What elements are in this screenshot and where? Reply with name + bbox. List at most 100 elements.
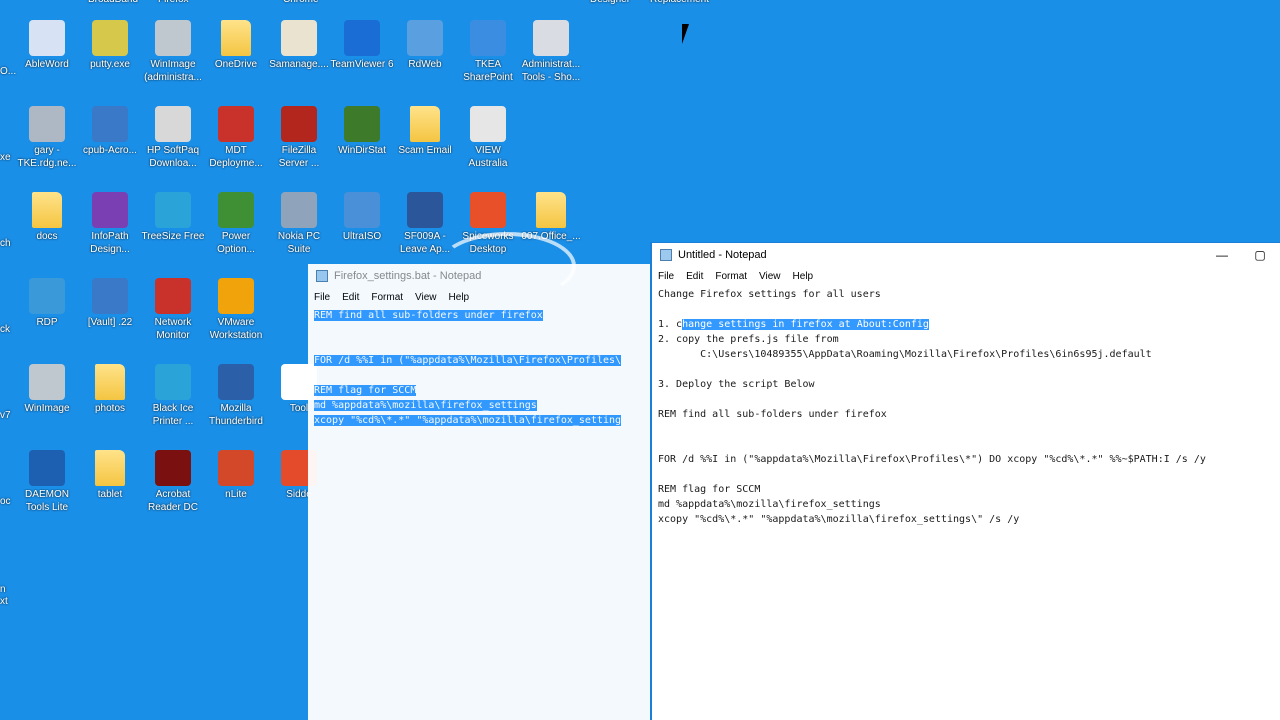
filezilla-icon [281, 106, 317, 142]
desktop-icon[interactable]: [Vault] .22 [78, 278, 142, 330]
desktop-icon[interactable]: Nokia PC Suite [267, 192, 331, 256]
text-line: C:\Users\10489355\AppData\Roaming\Mozill… [658, 349, 1152, 360]
desktop-icon[interactable]: UltraISO [330, 192, 394, 244]
desktop-icon[interactable]: tablet [78, 450, 142, 502]
globe-icon [29, 278, 65, 314]
minimize-button[interactable]: — [1202, 243, 1242, 267]
desktop-icon-label[interactable]: Designer [590, 0, 630, 5]
desktop-icon[interactable]: TKEA SharePoint [456, 20, 520, 84]
desktop-icon-label: DAEMON Tools Lite [25, 489, 69, 513]
desktop-icon[interactable]: Mozilla Thunderbird [204, 364, 268, 428]
desktop-icon[interactable]: Network Monitor [141, 278, 205, 342]
notepad-titlebar[interactable]: Firefox_settings.bat - Notepad [308, 264, 654, 288]
desktop-icon[interactable]: Scam Email [393, 106, 457, 158]
text-line: FOR /d %%I in ("%appdata%\Mozilla\Firefo… [658, 454, 1206, 465]
text-line: xcopy "%cd%\*.*" "%appdata%\mozilla\fire… [314, 413, 654, 428]
desktop-icon-label[interactable]: BroadBand [88, 0, 138, 5]
menu-item-format[interactable]: Format [371, 292, 403, 303]
desktop-icon[interactable]: WinImage (administra... [141, 20, 205, 84]
desktop-icon[interactable]: Administrat... Tools - Sho... [519, 20, 583, 84]
desktop-icon-label[interactable]: n [0, 584, 6, 595]
remote-app-icon [92, 278, 128, 314]
desktop-icon[interactable]: DAEMON Tools Lite [15, 450, 79, 514]
maximize-button[interactable]: ▢ [1240, 243, 1280, 267]
toolbox-icon [218, 106, 254, 142]
desktop-icon[interactable]: Black Ice Printer ... [141, 364, 205, 428]
desktop-icon[interactable]: HP SoftPaq Downloa... [141, 106, 205, 170]
desktop-icon-label: Acrobat Reader DC [147, 489, 199, 513]
desktop-icon-label[interactable]: xe [0, 152, 11, 163]
acrobat-icon [155, 450, 191, 486]
teamviewer-icon [344, 20, 380, 56]
window-title: Firefox_settings.bat - Notepad [334, 270, 482, 282]
desktop-icon[interactable]: gary -TKE.rdg.ne... [15, 106, 79, 170]
text-line [314, 323, 654, 338]
desktop-icon[interactable]: photos [78, 364, 142, 416]
desktop-icon[interactable]: putty.exe [78, 20, 142, 72]
menu-item-view[interactable]: View [759, 271, 781, 282]
desktop-icon[interactable]: Power Option... [204, 192, 268, 256]
nlite-icon [218, 450, 254, 486]
desktop-icon-label[interactable]: Firefox [158, 0, 189, 5]
admin-tools-icon [533, 20, 569, 56]
desktop-icon[interactable]: TeamViewer 6 [330, 20, 394, 72]
certificate-icon [281, 20, 317, 56]
menu-item-edit[interactable]: Edit [342, 292, 359, 303]
desktop-icon[interactable]: WinImage [15, 364, 79, 416]
desktop-icon[interactable]: VMware Workstation [204, 278, 268, 342]
menu-item-edit[interactable]: Edit [686, 271, 703, 282]
desktop-icon-label[interactable]: Chrome [283, 0, 319, 5]
desktop-icon-label: gary -TKE.rdg.ne... [17, 145, 77, 169]
desktop-icon[interactable]: SF009A - Leave Ap... [393, 192, 457, 256]
desktop-icon[interactable]: InfoPath Design... [78, 192, 142, 256]
desktop-icon-label: photos [94, 403, 126, 414]
desktop-icon[interactable]: docs [15, 192, 79, 244]
text-line: Change Firefox settings for all users [658, 289, 881, 300]
selected-text: FOR /d %%I in ("%appdata%\Mozilla\Firefo… [314, 355, 622, 366]
tree-icon [344, 106, 380, 142]
text-line [658, 467, 1280, 482]
notepad-window-untitled[interactable]: Untitled - Notepad — ▢ File Edit Format Vie… [650, 242, 1280, 720]
desktop-icon-label[interactable]: ch [0, 238, 11, 249]
desktop-icon[interactable]: VIEW Australia [456, 106, 520, 170]
menu-item-file[interactable]: File [658, 271, 674, 282]
menu-item-view[interactable]: View [415, 292, 437, 303]
desktop-icon-label[interactable]: Replacement [650, 0, 709, 5]
desktop-icon-label: WinImage [24, 403, 70, 414]
desktop-icon[interactable]: OneDrive [204, 20, 268, 72]
desktop-icon-label: [Vault] .22 [87, 317, 133, 328]
desktop-icon-label: WinImage (administra... [144, 59, 202, 83]
menu-item-file[interactable]: File [314, 292, 330, 303]
notepad-titlebar[interactable]: Untitled - Notepad [652, 243, 1280, 267]
menu-item-help[interactable]: Help [449, 292, 470, 303]
desktop-icon[interactable]: AbleWord [15, 20, 79, 72]
folder-icon [536, 192, 566, 228]
desktop-icon[interactable]: WinDirStat [330, 106, 394, 158]
desktop-icon-label[interactable]: O... [0, 66, 16, 77]
notepad-window-firefox-settings[interactable]: Firefox_settings.bat - Notepad File Edit F… [308, 264, 654, 720]
folder-icon [221, 20, 251, 56]
menu-bar: File Edit Format View Help [652, 267, 1280, 285]
desktop-icon-label[interactable]: oc [0, 496, 11, 507]
desktop-icon[interactable]: FileZilla Server ... [267, 106, 331, 170]
text-editor-area[interactable]: Change Firefox settings for all users 1.… [654, 287, 1280, 720]
desktop-icon[interactable]: cpub-Acro... [78, 106, 142, 158]
desktop-icon[interactable]: Samanage.... [267, 20, 331, 72]
text-line: md %appdata%\mozilla\firefox_settings [658, 499, 881, 510]
selected-text: xcopy "%cd%\*.*" "%appdata%\mozilla\fire… [314, 415, 622, 426]
desktop-icon[interactable]: TreeSize Free [141, 192, 205, 244]
desktop-icon[interactable]: MDT Deployme... [204, 106, 268, 170]
desktop-icon[interactable]: Acrobat Reader DC [141, 450, 205, 514]
desktop-icon-label[interactable]: xt [0, 596, 8, 607]
text-line: 2. copy the prefs.js file from [658, 334, 839, 345]
desktop-icon-label[interactable]: ck [0, 324, 10, 335]
text-editor-area[interactable]: REM find all sub-folders under firefox F… [310, 308, 654, 720]
thunderbird-icon [218, 364, 254, 400]
menu-item-help[interactable]: Help [793, 271, 814, 282]
desktop-icon-label: nLite [225, 489, 247, 500]
desktop-icon[interactable]: RDP [15, 278, 79, 330]
desktop-icon[interactable]: RdWeb [393, 20, 457, 72]
menu-item-format[interactable]: Format [715, 271, 747, 282]
desktop-icon[interactable]: nLite [204, 450, 268, 502]
desktop-icon-label[interactable]: v7 [0, 410, 11, 421]
